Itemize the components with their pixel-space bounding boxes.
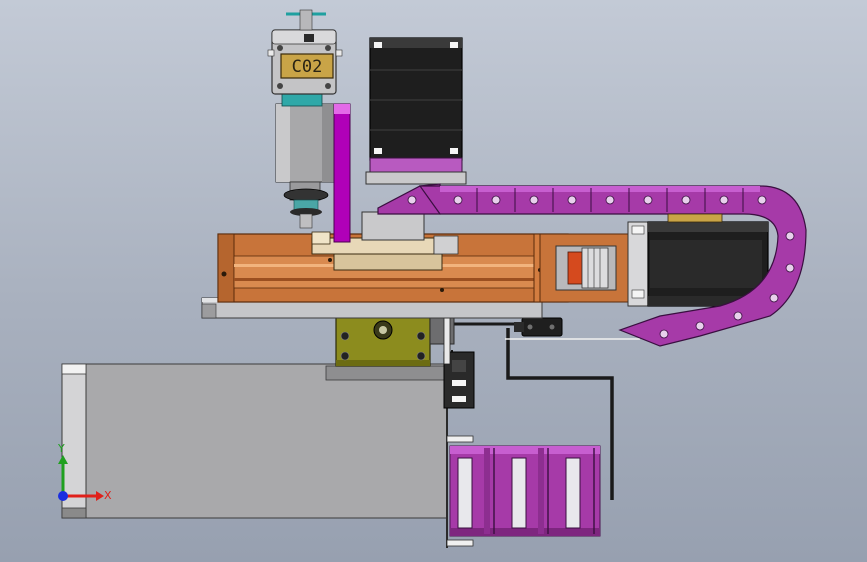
spindle-tower[interactable] (275, 91, 335, 229)
z-axis-dot (58, 491, 68, 501)
cad-viewport[interactable]: C02 X Y (0, 0, 867, 562)
coupling-housing[interactable] (539, 233, 633, 303)
horizontal-servo-motor[interactable] (627, 221, 769, 307)
magenta-vertical-bar[interactable] (333, 103, 351, 243)
cable-connector[interactable] (514, 317, 563, 337)
part-label-plate: C02 (280, 53, 334, 79)
x-axis-label: X (104, 489, 112, 502)
y-axis-label: Y (57, 442, 65, 455)
lower-drag-chain[interactable] (449, 445, 601, 537)
vertical-stepper-motor[interactable] (365, 37, 467, 185)
label-housing[interactable] (267, 9, 343, 95)
motor-spacer-block (667, 213, 723, 223)
base-plate[interactable] (61, 363, 448, 519)
cad-model-view[interactable]: C02 X Y (0, 0, 867, 562)
part-label-text: C02 (292, 57, 323, 77)
